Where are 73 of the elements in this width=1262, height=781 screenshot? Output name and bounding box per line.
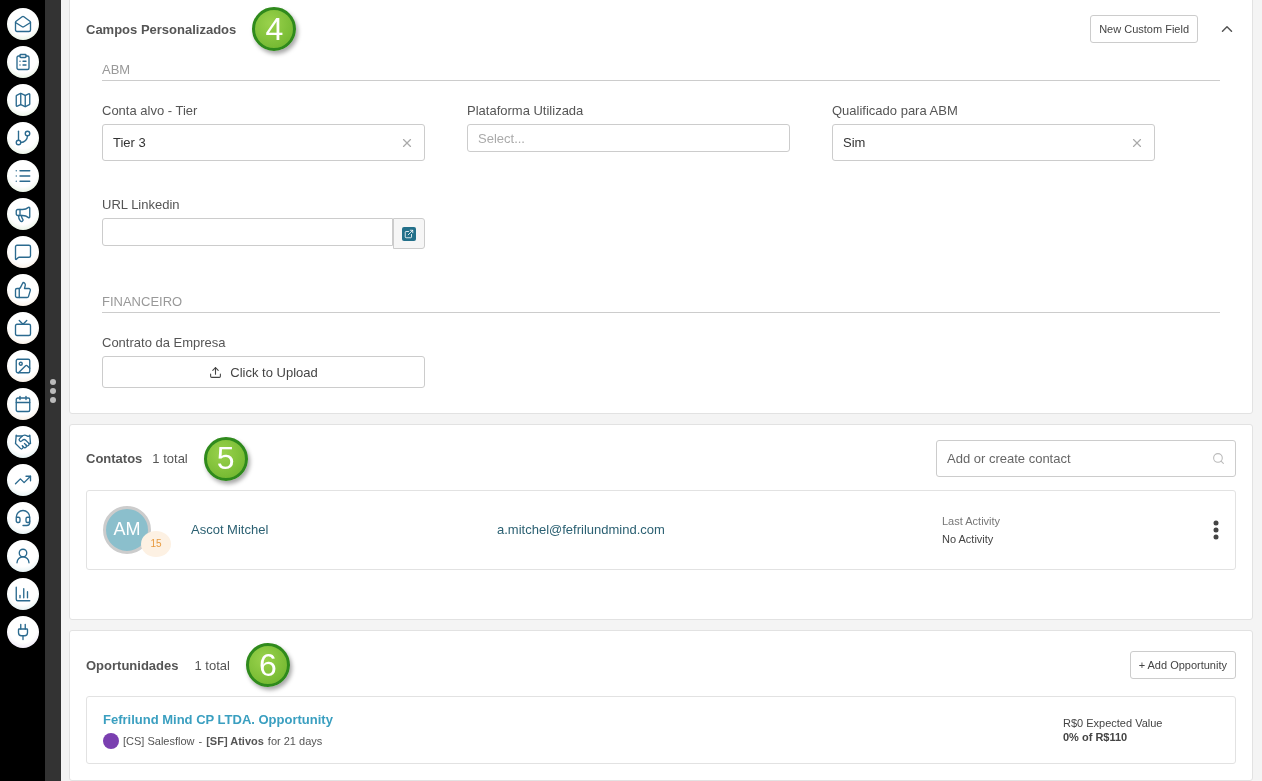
section-heading: FINANCEIRO xyxy=(102,287,1220,313)
nav-button[interactable] xyxy=(6,274,39,306)
nav-button[interactable] xyxy=(6,312,39,344)
upload-icon xyxy=(209,365,223,379)
total-count: 1 total xyxy=(194,657,230,673)
nav-button[interactable] xyxy=(6,578,39,610)
field-label: Plataforma Utilizada xyxy=(467,103,585,118)
section-title: Campos Personalizados xyxy=(86,21,237,37)
handshake-icon xyxy=(13,433,32,451)
new-custom-field-button[interactable]: New Custom Field xyxy=(1090,15,1198,43)
upload-button[interactable]: Click to Upload xyxy=(102,356,425,388)
stage-duration: for 21 days xyxy=(267,734,323,747)
image-icon xyxy=(13,357,32,375)
nav-button[interactable] xyxy=(6,502,39,534)
step-badge: 5 xyxy=(203,436,248,481)
add-opportunity-button[interactable]: + Add Opportunity xyxy=(1129,651,1236,679)
more-icon xyxy=(1213,519,1219,540)
search-icon xyxy=(1212,452,1225,466)
user-icon xyxy=(13,547,32,565)
nav-button[interactable] xyxy=(6,84,39,116)
nav-button[interactable] xyxy=(6,426,39,458)
pipeline-name: [CS] Salesflow xyxy=(123,734,195,747)
contact-name-link[interactable]: Ascot Mitchel xyxy=(191,522,497,538)
progress-value: 0% of R$110 xyxy=(1063,731,1129,743)
map-icon xyxy=(13,91,32,109)
section-title: Oportunidades xyxy=(86,657,179,673)
field-label: URL Linkedin xyxy=(102,197,181,212)
nav-button[interactable] xyxy=(6,464,39,496)
select-field[interactable]: Sim xyxy=(832,124,1155,161)
calendar-icon xyxy=(13,395,32,413)
stage-name: [SF] Ativos xyxy=(206,734,264,747)
section-heading: ABM xyxy=(102,55,1220,81)
chat-icon xyxy=(13,243,32,261)
clipboard-icon xyxy=(13,53,32,71)
field-label: Conta alvo - Tier xyxy=(102,103,199,118)
section-title: Contatos xyxy=(86,451,143,467)
bar-chart-icon xyxy=(13,585,32,603)
drag-handle-icon[interactable] xyxy=(50,378,56,403)
nav-button[interactable] xyxy=(6,46,39,78)
nav-button[interactable] xyxy=(6,236,39,268)
thumbs-up-icon xyxy=(13,281,32,299)
contact-search-field[interactable]: Add or create contact xyxy=(936,440,1236,478)
activity-label: Last Activity xyxy=(942,514,1002,527)
separator: - xyxy=(198,734,203,747)
contact-email: a.mitchel@fefrilundmind.com xyxy=(497,522,666,538)
nav-button[interactable] xyxy=(6,198,39,230)
list-icon xyxy=(13,167,32,185)
tv-icon xyxy=(13,319,32,337)
nav-button[interactable] xyxy=(6,350,39,382)
expected-value: R$0 Expected Value xyxy=(1063,717,1164,729)
more-button[interactable] xyxy=(1213,519,1219,540)
megaphone-icon xyxy=(13,205,32,223)
step-badge: 6 xyxy=(245,643,290,687)
score-badge: 15 xyxy=(141,530,171,557)
user-avatar xyxy=(103,732,119,749)
activity-value: No Activity xyxy=(942,532,995,545)
nav-button[interactable] xyxy=(6,8,39,40)
nav-button[interactable] xyxy=(6,388,39,420)
select-field[interactable]: Tier 3 xyxy=(102,124,425,161)
url-input[interactable] xyxy=(102,218,393,246)
nav-button[interactable] xyxy=(6,540,39,572)
field-label: Qualificado para ABM xyxy=(832,103,959,118)
field-label: Contrato da Empresa xyxy=(102,335,227,350)
headset-icon xyxy=(13,509,32,527)
nav-button[interactable] xyxy=(6,160,39,192)
avatar: AM xyxy=(103,505,151,554)
step-badge: 4 xyxy=(252,7,297,51)
nav-button[interactable] xyxy=(6,122,39,154)
open-link-button[interactable] xyxy=(393,218,425,249)
total-count: 1 total xyxy=(152,451,188,467)
branch-icon xyxy=(13,129,32,147)
envelope-icon xyxy=(13,15,32,33)
nav-button[interactable] xyxy=(6,616,39,648)
